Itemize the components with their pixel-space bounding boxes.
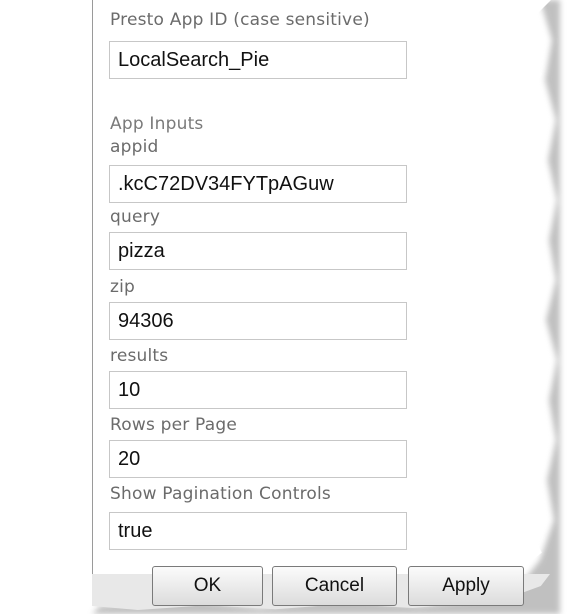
query-label: query xyxy=(110,207,161,227)
show-pagination-controls-field[interactable]: true xyxy=(109,512,407,550)
app-inputs-section-label: App Inputs xyxy=(110,114,204,134)
app-id-field[interactable]: LocalSearch_Pie xyxy=(109,41,407,79)
results-label: results xyxy=(110,346,169,366)
app-id-label: Presto App ID (case sensitive) xyxy=(110,10,370,30)
ok-button[interactable]: OK xyxy=(152,566,263,606)
zip-field[interactable]: 94306 xyxy=(109,302,407,340)
appid-field[interactable]: .kcC72DV34FYTpAGuw xyxy=(109,165,407,203)
zip-label: zip xyxy=(110,277,136,297)
query-field[interactable]: pizza xyxy=(109,232,407,270)
rows-per-page-label: Rows per Page xyxy=(110,415,238,435)
show-pagination-controls-label: Show Pagination Controls xyxy=(110,484,331,504)
results-field[interactable]: 10 xyxy=(109,371,407,409)
cancel-button[interactable]: Cancel xyxy=(272,566,397,606)
apply-button[interactable]: Apply xyxy=(408,566,524,606)
appid-label: appid xyxy=(110,137,159,157)
rows-per-page-field[interactable]: 20 xyxy=(109,440,407,478)
